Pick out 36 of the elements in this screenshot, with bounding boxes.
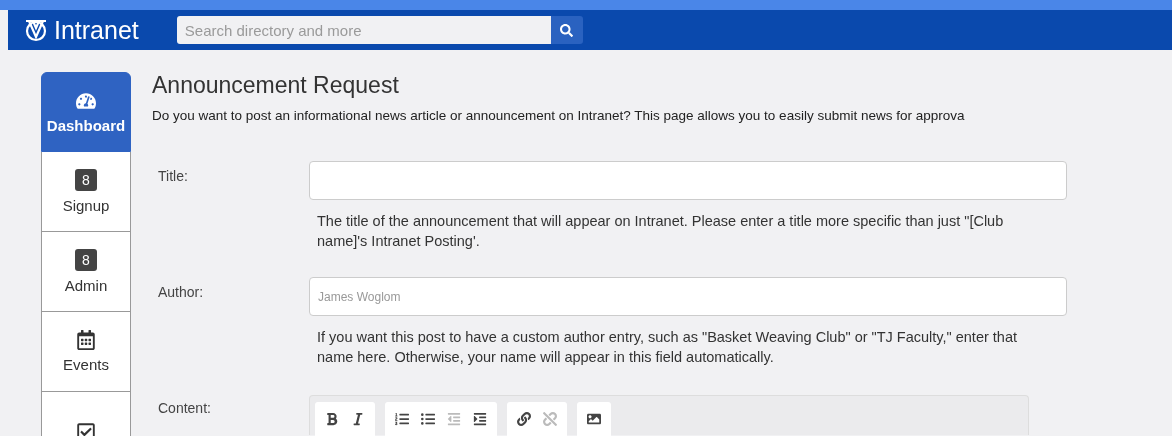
sidebar-label: Signup [62,197,110,214]
sidebar-label: Admin [64,277,108,294]
help-text: The title of the announcement that will appear on Intranet. Please enter a title more specific than just "[Club name]'s Intranet Posting'. [316,212,1005,251]
link-icon [517,412,531,426]
help-text: If you want this post to have a custom author entry, such as "Basket Weaving Club" or "TJ Faculty," enter that name here. Otherwise, your name will appear in this field automatically. [316,328,1018,367]
field-label: Content: [157,399,212,418]
unlink-icon [543,412,557,426]
checkbox-icon [76,421,96,436]
outdent-icon [447,412,461,426]
sidebar-item[interactable]: Dashboard [41,72,131,152]
search-icon [560,23,574,37]
intro-text: Do you want to post an informational news article or announcement on Intranet? This page allows you to easily submit news for approva [152,108,966,123]
sidebar-label: Dashboard [46,116,126,134]
ordered-list-icon [395,412,409,426]
sidebar-label: Events [63,356,109,373]
bullet-list-icon [421,412,435,426]
page-title: Announcement Request [152,72,400,99]
search-button[interactable] [550,16,583,44]
field-label: Author: [157,283,205,302]
input-field[interactable] [309,161,1067,200]
search-field[interactable]: Search directory and more [176,16,551,44]
gauge-icon [76,90,96,111]
sidebar-item[interactable]: Events [41,312,131,392]
calendar-icon [76,330,96,350]
count-badge: 8 [75,249,97,271]
sidebar-item[interactable]: 8 Admin [41,232,131,312]
input-field[interactable]: James Woglom [309,277,1067,316]
brand-name[interactable]: Intranet [54,15,139,45]
indent-icon [473,412,487,426]
sidebar-item[interactable]: 8 Signup [41,152,131,232]
image-icon [587,412,601,426]
count-badge: 8 [75,169,97,191]
field-label: Title: [157,167,189,186]
logo-icon [24,18,48,42]
italic-icon [351,412,365,426]
bold-icon [325,412,339,426]
